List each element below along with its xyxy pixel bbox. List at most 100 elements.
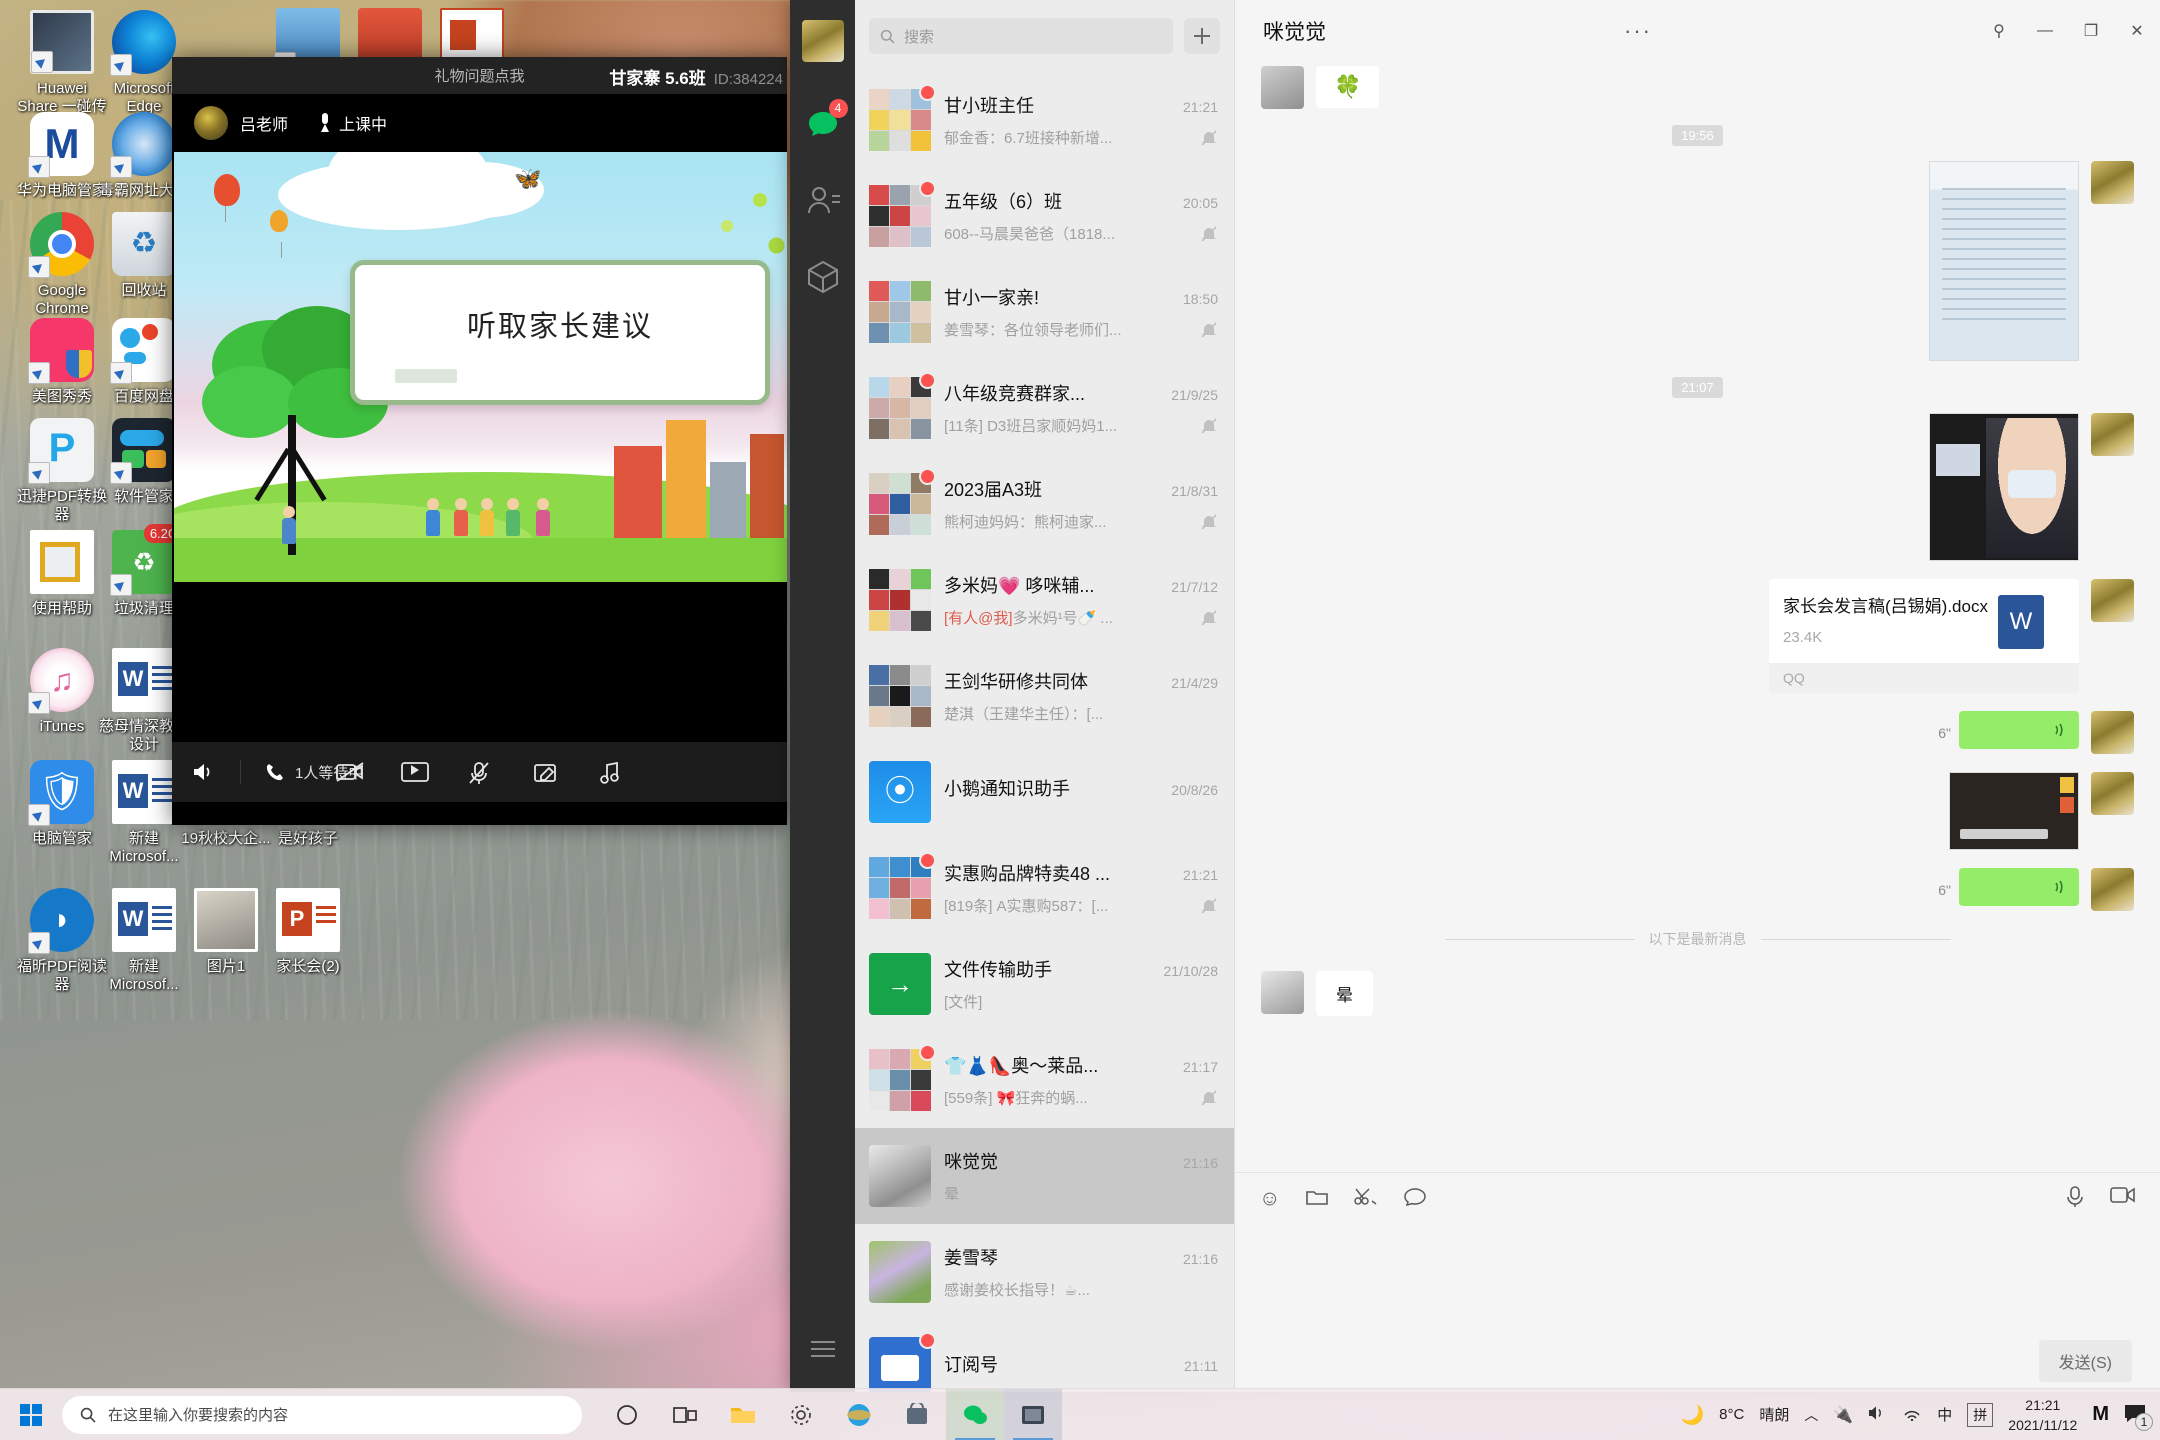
room-id-label: ID:384224 xyxy=(713,71,783,88)
video-thumbnail-message[interactable] xyxy=(1929,413,2079,561)
avatar[interactable] xyxy=(2091,161,2134,204)
ime-language-indicator[interactable]: 中 xyxy=(1937,1404,1952,1425)
tray-expand-chevron-icon[interactable]: ︿ xyxy=(1804,1405,1818,1425)
share-screen-icon[interactable] xyxy=(400,761,429,783)
chat-item-name: 咪觉觉 xyxy=(944,1152,998,1172)
chat-list-item[interactable]: 王剑华研修共同体 21/4/29 楚淇（王建华主任）：[... xyxy=(855,648,1234,744)
chat-list-item[interactable]: 姜雪琴 21:16 感谢姜校长指导！☕... xyxy=(855,1224,1234,1320)
composer-toolbar[interactable]: ☺ xyxy=(1235,1173,2160,1225)
wechat-conversation-panel[interactable]: 咪觉觉 ··· ⚲ — ❐ ✕ 🍀 19:56 21:07 家长会发言稿(吕锡娟… xyxy=(1235,0,2160,1392)
rail-chat-button[interactable]: 4 xyxy=(802,99,848,146)
butterfly-icon: 🦋 xyxy=(514,166,542,191)
chat-item-time: 21/7/12 xyxy=(1171,579,1218,595)
chat-item-preview: 608--马晨昊爸爸（1818... xyxy=(944,226,1115,243)
sticker-bubble[interactable]: 🍀 xyxy=(1316,66,1380,108)
minimize-button[interactable]: — xyxy=(2022,11,2068,51)
clock-time: 21:21 xyxy=(2025,1396,2061,1413)
my-avatar[interactable] xyxy=(801,20,844,62)
chat-list-item[interactable]: ⦿ 小鹅通知识助手 20/8/26 xyxy=(855,744,1234,840)
send-button[interactable]: 发送(S) xyxy=(2038,1340,2132,1382)
chat-list-item[interactable]: 甘小班主任 21:21 郁金香：6.7班接种新增... xyxy=(855,72,1234,168)
chat-history-icon[interactable] xyxy=(1404,1187,1427,1211)
building-shape xyxy=(750,434,784,538)
start-button[interactable] xyxy=(0,1389,62,1440)
chat-list-item[interactable]: 五年级（6）班 20:05 608--马晨昊爸爸（1818... xyxy=(855,168,1234,264)
action-center-button[interactable]: 1 xyxy=(2124,1403,2153,1431)
chat-list[interactable]: 甘小班主任 21:21 郁金香：6.7班接种新增... 五年级（6）班 20:05 608… xyxy=(855,72,1234,1392)
rail-favorites-button[interactable] xyxy=(802,256,844,298)
avatar[interactable] xyxy=(2091,579,2134,622)
screenshot-scissors-icon[interactable] xyxy=(1354,1187,1378,1211)
wechat-chat-list-panel[interactable]: 搜索 甘小班主任 21:21 郁金香：6.7班接种新增... 五年级（6）班 20:05… xyxy=(855,0,1235,1392)
chat-list-item[interactable]: 多米妈💗 哆咪辅... 21/7/12 [有人@我]多米妈¹号🍼 ... xyxy=(855,552,1234,648)
search-placeholder: 搜索 xyxy=(904,28,935,46)
emoji-icon[interactable]: ☺ xyxy=(1259,1187,1280,1211)
chat-list-item[interactable]: 订阅号 21:11 xyxy=(855,1320,1234,1392)
send-row: 发送(S) xyxy=(1235,1330,2160,1392)
chat-list-item[interactable]: 实惠购品牌特卖48 ... 21:21 [819条] A实惠购587：[... xyxy=(855,840,1234,936)
file-message-card[interactable]: 家长会发言稿(吕锡娟).docx 23.4K W QQ xyxy=(1769,579,2079,693)
taskbar-search-box[interactable]: 在这里输入你要搜索的内容 xyxy=(62,1395,582,1434)
internet-explorer-button[interactable] xyxy=(830,1389,888,1440)
voice-message[interactable] xyxy=(1959,711,2079,749)
rail-menu-button[interactable] xyxy=(809,1339,837,1364)
chat-list-item[interactable]: 👕👗👠奥～莱品... 21:17 [559条] 🎀狂奔的蜗... xyxy=(855,1032,1234,1128)
presenter-avatar xyxy=(194,106,228,140)
settings-button[interactable] xyxy=(772,1389,830,1440)
conference-toolbar[interactable]: 1人等待中 xyxy=(172,742,787,802)
chat-list-item[interactable]: 咪觉觉 21:16 晕 xyxy=(855,1128,1234,1224)
add-chat-button[interactable] xyxy=(1184,18,1220,54)
task-view-button[interactable] xyxy=(656,1389,714,1440)
chat-list-item[interactable]: → 文件传输助手 21/10/28 [文件] xyxy=(855,936,1234,1032)
wechat-nav-rail[interactable]: 4 xyxy=(790,0,855,1392)
voice-input-icon[interactable] xyxy=(2066,1185,2084,1213)
music-icon[interactable] xyxy=(599,761,625,784)
video-call-icon[interactable] xyxy=(2110,1186,2136,1213)
cortana-button[interactable] xyxy=(598,1389,656,1440)
wechat-taskbar-button[interactable] xyxy=(946,1388,1004,1440)
taskbar-clock[interactable]: 21:21 2021/11/12 xyxy=(2008,1395,2077,1435)
message-textarea[interactable] xyxy=(1235,1225,2160,1330)
wechat-window[interactable]: 4 搜索 甘小班主任 21:21 郁金香：6.7班接种新增... 五年级（6）班… xyxy=(790,0,2160,1392)
chat-list-item[interactable]: 甘小一家亲! 18:50 姜雪琴：各位领导老师们... xyxy=(855,264,1234,360)
ime-mode-indicator[interactable]: 拼 xyxy=(1967,1402,1994,1427)
camera-off-icon[interactable] xyxy=(335,761,364,783)
search-input[interactable]: 搜索 xyxy=(869,18,1173,54)
avatar[interactable] xyxy=(1261,66,1304,109)
huawei-tray-icon[interactable]: M xyxy=(2092,1403,2109,1426)
whiteboard-edit-icon[interactable] xyxy=(533,761,559,783)
image-message[interactable] xyxy=(1929,161,2079,361)
usb-device-icon[interactable]: 🔌 xyxy=(1833,1405,1853,1425)
pin-window-button[interactable]: ⚲ xyxy=(1976,11,2022,51)
microphone-muted-icon[interactable] xyxy=(467,761,493,784)
text-bubble[interactable]: 晕 xyxy=(1316,971,1373,1016)
chat-item-preview: [11条] D3班吕家顺妈妈1... xyxy=(944,418,1118,435)
conference-taskbar-button[interactable] xyxy=(1004,1388,1062,1440)
desktop-icon-ppt-parent-meeting[interactable]: P 家长会(2) xyxy=(252,888,364,976)
windows-taskbar[interactable]: 在这里输入你要搜索的内容 🌙 8°C 晴朗 ︿ 🔌 中 拼 21:21 2021… xyxy=(0,1388,2160,1440)
avatar[interactable] xyxy=(1261,971,1304,1014)
system-tray[interactable]: 🌙 8°C 晴朗 ︿ 🔌 中 拼 21:21 2021/11/12 M 1 xyxy=(1680,1395,2160,1435)
rail-contacts-button[interactable] xyxy=(802,180,844,222)
avatar[interactable] xyxy=(2091,413,2134,456)
avatar[interactable] xyxy=(2091,772,2134,815)
microsoft-store-button[interactable] xyxy=(888,1389,946,1440)
avatar[interactable] xyxy=(2091,711,2134,754)
network-wifi-icon[interactable] xyxy=(1902,1405,1922,1425)
conversation-more-button[interactable]: ··· xyxy=(1624,18,1652,44)
avatar[interactable] xyxy=(2091,868,2134,911)
voice-message[interactable] xyxy=(1959,868,2079,906)
message-composer[interactable]: ☺ 发送(S) xyxy=(1235,1172,2160,1392)
conference-stage[interactable]: 🦋 听取家长建议 xyxy=(172,152,787,582)
chat-item-name: 👕👗👠奥～莱品... xyxy=(944,1056,1099,1076)
volume-icon[interactable] xyxy=(1868,1405,1887,1425)
folder-icon[interactable] xyxy=(1306,1188,1329,1211)
maximize-button[interactable]: ❐ xyxy=(2068,11,2114,51)
video-conference-window[interactable]: 礼物问题点我 甘家寨 5.6班 ID:384224 吕老师 上课中 🦋 听取家长… xyxy=(172,57,787,825)
close-button[interactable]: ✕ xyxy=(2114,11,2160,51)
video-message[interactable] xyxy=(1949,772,2079,850)
chat-list-item[interactable]: 八年级竞赛群家... 21/9/25 [11条] D3班吕家顺妈妈1... xyxy=(855,360,1234,456)
message-scroll-area[interactable]: 🍀 19:56 21:07 家长会发言稿(吕锡娟).docx 23.4K W Q… xyxy=(1235,62,2160,1172)
file-explorer-button[interactable] xyxy=(714,1389,772,1440)
chat-list-item[interactable]: 2023届A3班 21/8/31 熊柯迪妈妈：熊柯迪家... xyxy=(855,456,1234,552)
